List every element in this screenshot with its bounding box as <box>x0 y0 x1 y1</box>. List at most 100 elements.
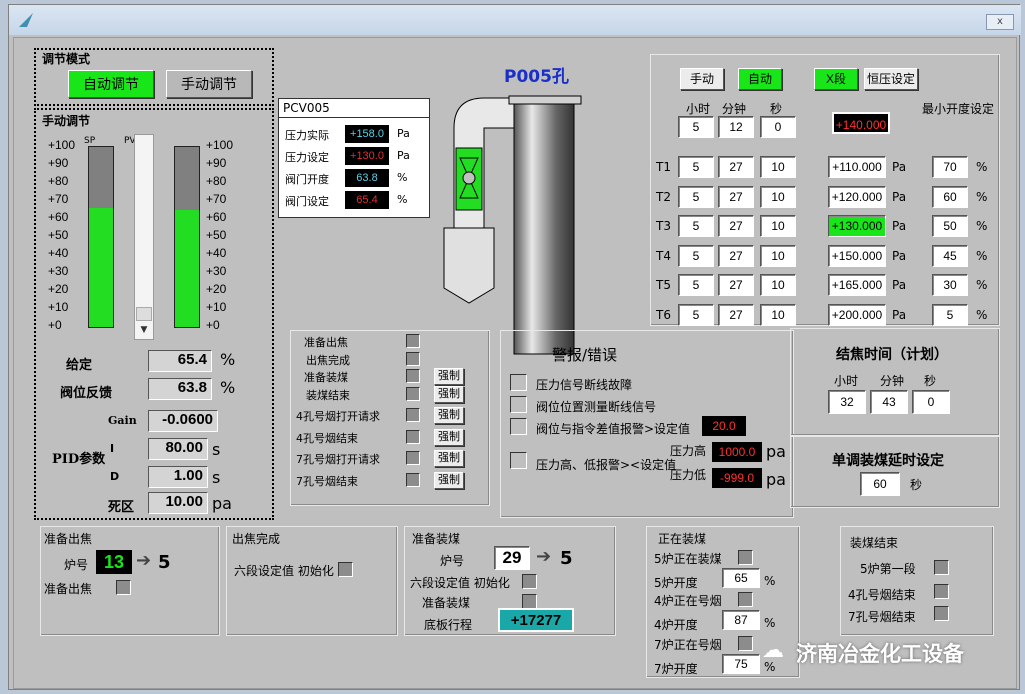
schedule-row-min-open[interactable]: 45 <box>932 244 968 267</box>
schedule-row-minute[interactable]: 27 <box>718 215 754 237</box>
page-title: P005孔 <box>504 67 569 87</box>
scale-tick-left: +100 <box>48 138 76 152</box>
constant-pressure-button[interactable]: 恒压设定 <box>864 68 918 90</box>
pcv-row-value: 63.8 <box>345 169 389 187</box>
signal-fault-check[interactable] <box>510 374 527 391</box>
high-pressure-value[interactable]: 1000.0 <box>712 442 762 462</box>
schedule-row-minute[interactable]: 27 <box>718 185 754 208</box>
coke-second[interactable]: 0 <box>912 390 950 414</box>
schedule-row-min-open[interactable]: 5 <box>932 303 968 326</box>
prep-coal-init-check[interactable] <box>522 574 537 589</box>
status-item-check[interactable] <box>406 451 420 465</box>
scale-tick-right: +0 <box>206 318 220 332</box>
d-value[interactable]: 1.00 <box>148 466 208 488</box>
schedule-row-second[interactable]: 10 <box>760 244 796 267</box>
force-button[interactable]: 强制 <box>434 450 464 467</box>
charging-r3-check[interactable] <box>738 592 753 607</box>
schedule-row-min-open[interactable]: 50 <box>932 215 968 237</box>
charging-r1: 5炉正在装煤 <box>654 552 722 566</box>
pv-scrollbar[interactable]: ▼ <box>134 134 154 340</box>
schedule-row-minute[interactable]: 27 <box>718 156 754 178</box>
auto-mode-button[interactable]: 自动调节 <box>68 70 154 98</box>
hilo-check[interactable] <box>510 452 527 469</box>
coke-minute-header: 分钟 <box>880 374 905 388</box>
schedule-row-hour[interactable]: 5 <box>678 274 714 296</box>
schedule-row-min-open[interactable]: 60 <box>932 185 968 208</box>
status-item-check[interactable] <box>406 334 420 348</box>
delay-value[interactable]: 60 <box>860 472 900 496</box>
pcv-row-unit: % <box>397 171 408 184</box>
schedule-row-min-open[interactable]: 70 <box>932 156 968 178</box>
schedule-row-second[interactable]: 10 <box>760 274 796 296</box>
i-value[interactable]: 80.00 <box>148 438 208 460</box>
deadband-value[interactable]: 10.00 <box>148 492 208 514</box>
schedule-row-hour[interactable]: 5 <box>678 215 714 237</box>
schedule-row-minute[interactable]: 27 <box>718 303 754 326</box>
hilo-label: 压力高、低报警><设定值 <box>536 458 677 472</box>
current-second: 0 <box>760 116 796 138</box>
status-item-check[interactable] <box>406 408 420 422</box>
schedule-row-pct-unit: % <box>976 189 988 204</box>
schedule-row-hour[interactable]: 5 <box>678 303 714 326</box>
status-item-check[interactable] <box>406 351 420 366</box>
schedule-row-hour[interactable]: 5 <box>678 156 714 178</box>
schedule-row-pressure[interactable]: +110.000 <box>828 156 886 178</box>
schedule-row-minute[interactable]: 27 <box>718 274 754 296</box>
charging-r6: 7炉开度 <box>654 662 698 676</box>
prep-out-title: 准备出焦 <box>44 532 93 546</box>
charging-r4-unit: % <box>764 616 776 630</box>
scroll-thumb[interactable] <box>136 307 152 321</box>
close-button[interactable]: x <box>986 14 1014 30</box>
status-item-check[interactable] <box>406 472 420 487</box>
force-button[interactable]: 强制 <box>434 385 464 403</box>
prep-coal-ready-check[interactable] <box>522 594 537 609</box>
force-button[interactable]: 强制 <box>434 368 464 385</box>
schedule-row-second[interactable]: 10 <box>760 303 796 326</box>
schedule-row-hour[interactable]: 5 <box>678 185 714 208</box>
schedule-row-pressure[interactable]: +130.000 <box>828 215 886 237</box>
coke-hour[interactable]: 32 <box>828 390 866 414</box>
schedule-row-second[interactable]: 10 <box>760 156 796 178</box>
schedule-row-min-open[interactable]: 30 <box>932 274 968 296</box>
schedule-row-pressure[interactable]: +150.000 <box>828 244 886 267</box>
pcv-row-label: 阀门设定 <box>285 195 329 208</box>
schedule-auto-button[interactable]: 自动 <box>738 68 782 90</box>
coal-end-r1-check[interactable] <box>934 560 949 575</box>
scale-tick-left: +20 <box>48 282 69 296</box>
status-item-check[interactable] <box>406 386 420 401</box>
coal-end-r3-check[interactable] <box>934 606 949 621</box>
schedule-row-hour[interactable]: 5 <box>678 244 714 267</box>
schedule-row-minute[interactable]: 27 <box>718 244 754 267</box>
low-pressure-value[interactable]: -999.0 <box>712 468 762 488</box>
scroll-down-icon[interactable]: ▼ <box>135 325 153 339</box>
force-button[interactable]: 强制 <box>434 428 464 446</box>
manual-mode-button[interactable]: 手动调节 <box>166 70 252 98</box>
scale-tick-left: +90 <box>48 156 69 170</box>
setpoint-value[interactable]: 65.4 <box>148 350 212 372</box>
prep-out-ready-check[interactable] <box>116 580 131 595</box>
x-segment-button[interactable]: X段 <box>814 68 858 90</box>
schedule-row-second[interactable]: 10 <box>760 185 796 208</box>
schedule-row-second[interactable]: 10 <box>760 215 796 237</box>
status-item-check[interactable] <box>406 429 420 444</box>
deviation-check[interactable] <box>510 418 527 435</box>
force-button[interactable]: 强制 <box>434 407 464 424</box>
schedule-row-pressure[interactable]: +120.000 <box>828 185 886 208</box>
valve-pos-check[interactable] <box>510 396 527 413</box>
schedule-manual-button[interactable]: 手动 <box>680 68 724 90</box>
schedule-row-pressure[interactable]: +165.000 <box>828 274 886 296</box>
pid-label: PID参数 <box>52 452 106 467</box>
schedule-row-pressure[interactable]: +200.000 <box>828 303 886 326</box>
coke-minute[interactable]: 43 <box>870 390 908 414</box>
charging-r1-check[interactable] <box>738 550 753 565</box>
charging-r5-check[interactable] <box>738 636 753 651</box>
force-button[interactable]: 强制 <box>434 471 464 489</box>
schedule-row-name: T2 <box>656 189 671 204</box>
coal-end-r2-check[interactable] <box>934 584 949 599</box>
deviation-value[interactable]: 20.0 <box>702 416 746 436</box>
pcv-row-label: 压力设定 <box>285 151 329 164</box>
pcv-row-value: +130.0 <box>345 147 389 165</box>
status-item-check[interactable] <box>406 369 420 383</box>
gain-value[interactable]: -0.0600 <box>148 410 218 432</box>
out-done-init-check[interactable] <box>338 562 353 577</box>
